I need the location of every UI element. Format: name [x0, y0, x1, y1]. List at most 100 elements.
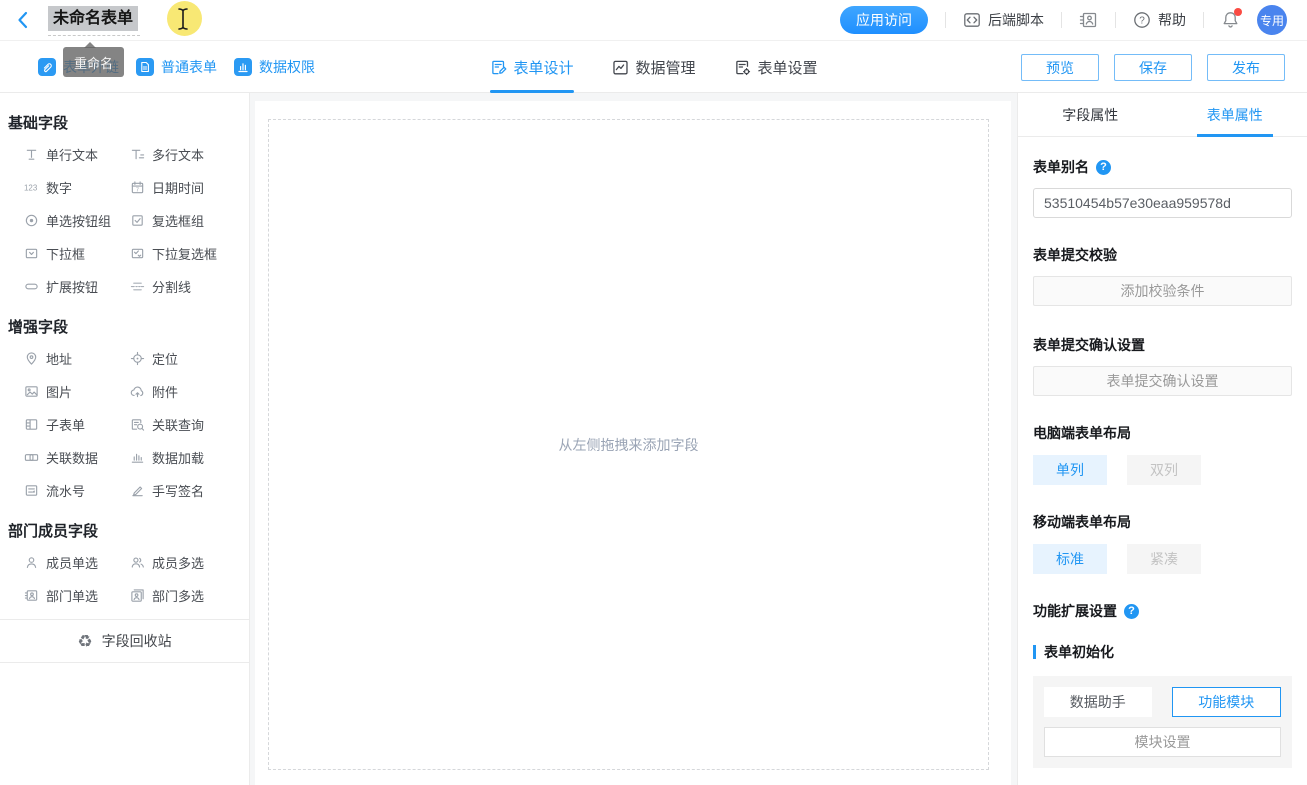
data-helper-option[interactable]: 数据助手: [1044, 687, 1152, 717]
person-icon: [24, 555, 39, 570]
form-alias-label-row: 表单别名 ?: [1033, 157, 1292, 177]
crosshair-icon: [130, 351, 145, 366]
extension-help-icon[interactable]: ?: [1124, 604, 1139, 619]
topbar-right-group: 应用访问 后端脚本 ? 帮助 专用: [840, 0, 1287, 40]
avatar[interactable]: 专用: [1257, 5, 1287, 35]
form-title-editor[interactable]: 未命名表单: [48, 6, 138, 31]
cloud-upload-icon: [130, 384, 145, 399]
field-item-divider-line[interactable]: 分割线: [130, 270, 236, 303]
field-item-image[interactable]: 图片: [24, 375, 130, 408]
form-alias-label: 表单别名: [1033, 157, 1089, 177]
submit-validation-label: 表单提交校验: [1033, 245, 1292, 265]
tab-data-manage-label: 数据管理: [635, 57, 695, 78]
pc-layout-double-option[interactable]: 双列: [1127, 455, 1201, 485]
form-canvas-card: 从左侧拖拽来添加字段: [255, 101, 1011, 785]
field-item-dept-single[interactable]: 部门单选: [24, 579, 130, 612]
backend-script-label: 后端脚本: [988, 10, 1044, 30]
mobile-layout-compact-option[interactable]: 紧凑: [1127, 544, 1201, 574]
field-item-serial-number[interactable]: 流水号: [24, 474, 130, 507]
field-item-data-load[interactable]: 数据加载: [130, 441, 236, 474]
tab-field-properties[interactable]: 字段属性: [1018, 93, 1163, 136]
recycle-icon: ♻: [77, 633, 92, 650]
separator: [1203, 12, 1204, 28]
tab-form-design-label: 表单设计: [513, 57, 573, 78]
pc-layout-single-option[interactable]: 单列: [1033, 455, 1107, 485]
field-item-member-single[interactable]: 成员单选: [24, 546, 130, 579]
dept-icon: [24, 588, 39, 603]
field-dropzone[interactable]: 从左侧拖拽来添加字段: [268, 119, 989, 770]
section-enhanced-fields: 增强字段: [8, 316, 249, 337]
radio-icon: [24, 213, 39, 228]
map-pin-icon: [24, 351, 39, 366]
backend-script-button[interactable]: 后端脚本: [963, 10, 1044, 30]
svg-text:7: 7: [136, 188, 139, 194]
number-icon: 123: [24, 180, 39, 195]
extension-settings-row: 功能扩展设置 ?: [1033, 601, 1292, 621]
text-cursor-icon: [176, 7, 190, 31]
preview-button[interactable]: 预览: [1021, 54, 1099, 81]
form-title[interactable]: 未命名表单: [48, 6, 138, 31]
properties-tabs: 字段属性 表单属性: [1018, 93, 1307, 137]
app-access-button[interactable]: 应用访问: [840, 6, 928, 34]
tab-form-properties[interactable]: 表单属性: [1163, 93, 1307, 136]
mobile-layout-label: 移动端表单布局: [1033, 512, 1292, 532]
module-settings-button[interactable]: 模块设置: [1044, 727, 1281, 757]
alias-help-icon[interactable]: ?: [1096, 160, 1111, 175]
field-item-linked-data[interactable]: 关联数据: [24, 441, 130, 474]
tab-data-manage[interactable]: 数据管理: [611, 41, 695, 93]
field-item-number[interactable]: 123 数字: [24, 171, 130, 204]
field-item-datetime[interactable]: 7 日期时间: [130, 171, 236, 204]
tab-form-settings[interactable]: 表单设置: [734, 41, 818, 93]
field-item-multi-line-text[interactable]: 多行文本: [130, 138, 236, 171]
form-settings-icon: [734, 59, 751, 76]
function-module-option[interactable]: 功能模块: [1172, 687, 1282, 717]
toolbar-actions: 预览 保存 发布: [1021, 54, 1285, 81]
field-item-signature[interactable]: 手写签名: [130, 474, 236, 507]
extension-settings-label: 功能扩展设置: [1033, 601, 1117, 621]
field-item-radio-group[interactable]: 单选按钮组: [24, 204, 130, 237]
field-item-extend-button[interactable]: 扩展按钮: [24, 270, 130, 303]
help-button[interactable]: ? 帮助: [1133, 10, 1186, 30]
field-item-dept-multi[interactable]: 部门多选: [130, 579, 236, 612]
field-item-member-multi[interactable]: 成员多选: [130, 546, 236, 579]
field-recycle-bin[interactable]: ♻ 字段回收站: [0, 619, 249, 663]
publish-button[interactable]: 发布: [1207, 54, 1285, 81]
form-init-options: 数据助手 功能模块: [1044, 687, 1281, 717]
single-line-text-icon: [24, 147, 39, 162]
field-item-checkbox-group[interactable]: 复选框组: [130, 204, 236, 237]
form-alias-input[interactable]: [1033, 188, 1292, 218]
tab-form-design[interactable]: 表单设计: [489, 41, 573, 93]
field-item-subform[interactable]: 子表单: [24, 408, 130, 441]
mobile-layout-standard-option[interactable]: 标准: [1033, 544, 1107, 574]
field-item-dropdown[interactable]: 下拉框: [24, 237, 130, 270]
field-item-dropdown-multiselect[interactable]: 下拉复选框: [130, 237, 236, 270]
dropzone-placeholder: 从左侧拖拽来添加字段: [559, 435, 699, 455]
form-properties-content: 表单别名 ? 表单提交校验 添加校验条件 表单提交确认设置 表单提交确认设置 电…: [1018, 157, 1307, 785]
tab-form-settings-label: 表单设置: [758, 57, 818, 78]
linked-query-icon: [130, 417, 145, 432]
people-icon: [130, 555, 145, 570]
question-circle-icon: ?: [1133, 11, 1151, 29]
submit-confirm-button[interactable]: 表单提交确认设置: [1033, 366, 1292, 396]
form-init-box: 数据助手 功能模块 模块设置: [1033, 676, 1292, 768]
submit-confirm-label: 表单提交确认设置: [1033, 335, 1292, 355]
code-icon: [963, 11, 981, 29]
back-icon[interactable]: [14, 10, 32, 30]
add-validation-button[interactable]: 添加校验条件: [1033, 276, 1292, 306]
recycle-label: 字段回收站: [102, 631, 172, 651]
notification-bell-icon[interactable]: [1221, 10, 1240, 30]
field-item-linked-query[interactable]: 关联查询: [130, 408, 236, 441]
field-item-address[interactable]: 地址: [24, 342, 130, 375]
contacts-icon[interactable]: [1079, 11, 1098, 29]
save-button[interactable]: 保存: [1114, 54, 1192, 81]
bar-chart-icon: [234, 58, 252, 76]
multi-line-text-icon: [130, 147, 145, 162]
form-init-label: 表单初始化: [1033, 642, 1292, 662]
field-item-attachment[interactable]: 附件: [130, 375, 236, 408]
dropdown-multiselect-icon: [130, 246, 145, 261]
data-permission-button[interactable]: 数据权限: [234, 57, 315, 77]
normal-form-button[interactable]: 普通表单: [136, 57, 217, 77]
field-item-single-line-text[interactable]: 单行文本: [24, 138, 130, 171]
dept-fields-grid: 成员单选 成员多选 部门单选 部门多选: [0, 546, 249, 612]
field-item-location[interactable]: 定位: [130, 342, 236, 375]
